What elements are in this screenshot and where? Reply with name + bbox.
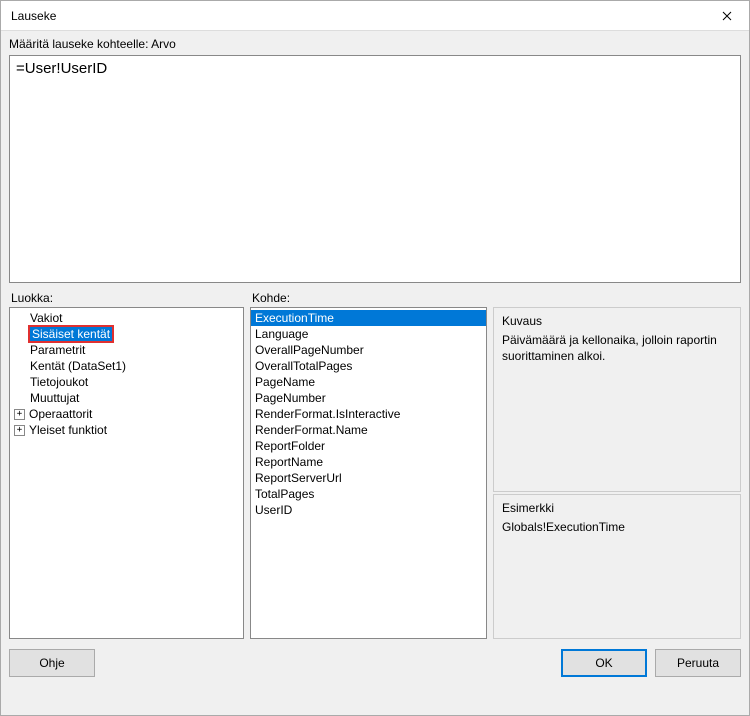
tree-item-label: Muuttujat [28, 391, 81, 405]
category-list[interactable]: Vakiot Sisäiset kentät Parametrit Kentät (D… [9, 307, 244, 639]
example-title: Esimerkki [502, 501, 732, 515]
list-item[interactable]: ReportFolder [251, 438, 486, 454]
list-item[interactable]: Language [251, 326, 486, 342]
tree-item[interactable]: +Operaattorit [10, 406, 243, 422]
description-box: Kuvaus Päivämäärä ja kellonaika, jolloin… [493, 307, 741, 492]
list-item[interactable]: ExecutionTime [251, 310, 486, 326]
list-item[interactable]: ReportName [251, 454, 486, 470]
list-item[interactable]: ReportServerUrl [251, 470, 486, 486]
expand-icon[interactable]: + [14, 425, 25, 436]
list-item[interactable]: OverallPageNumber [251, 342, 486, 358]
tree-item-label: Vakiot [28, 311, 64, 325]
content-area: Määritä lauseke kohteelle: Arvo Luokka: … [1, 31, 749, 715]
tree-item[interactable]: Sisäiset kentät [10, 326, 243, 342]
list-item[interactable]: RenderFormat.IsInteractive [251, 406, 486, 422]
close-button[interactable] [704, 1, 749, 31]
example-box: Esimerkki Globals!ExecutionTime [493, 494, 741, 639]
help-button[interactable]: Ohje [9, 649, 95, 677]
columns: Luokka: Vakiot Sisäiset kentät Parametrit K… [9, 291, 741, 639]
tree-item-label: Parametrit [28, 343, 87, 357]
description-column: Kuvaus Päivämäärä ja kellonaika, jolloin… [493, 291, 741, 639]
item-list[interactable]: ExecutionTimeLanguageOverallPageNumberOv… [250, 307, 487, 639]
item-column: Kohde: ExecutionTimeLanguageOverallPageN… [250, 291, 487, 639]
instruction-label: Määritä lauseke kohteelle: Arvo [9, 35, 741, 55]
highlight-box: Sisäiset kentät [28, 325, 114, 343]
cancel-button[interactable]: Peruuta [655, 649, 741, 677]
tree-item[interactable]: +Yleiset funktiot [10, 422, 243, 438]
example-text: Globals!ExecutionTime [502, 519, 732, 535]
list-item[interactable]: RenderFormat.Name [251, 422, 486, 438]
window-title: Lauseke [11, 9, 704, 23]
list-item[interactable]: UserID [251, 502, 486, 518]
tree-item-label: Yleiset funktiot [27, 423, 109, 437]
tree-item[interactable]: Muuttujat [10, 390, 243, 406]
tree-item[interactable]: Parametrit [10, 342, 243, 358]
expression-input[interactable] [9, 55, 741, 283]
footer: Ohje OK Peruuta [9, 649, 741, 677]
tree-item[interactable]: Kentät (DataSet1) [10, 358, 243, 374]
description-panel: Kuvaus Päivämäärä ja kellonaika, jolloin… [493, 307, 741, 639]
category-label: Luokka: [9, 291, 244, 307]
description-title: Kuvaus [502, 314, 732, 328]
description-text: Päivämäärä ja kellonaika, jolloin raport… [502, 332, 732, 364]
list-item[interactable]: OverallTotalPages [251, 358, 486, 374]
expand-icon[interactable]: + [14, 409, 25, 420]
close-icon [722, 11, 732, 21]
ok-button[interactable]: OK [561, 649, 647, 677]
tree-item-label: Operaattorit [27, 407, 94, 421]
item-label: Kohde: [250, 291, 487, 307]
tree-item-label: Sisäiset kentät [30, 327, 112, 341]
list-item[interactable]: PageNumber [251, 390, 486, 406]
titlebar: Lauseke [1, 1, 749, 31]
tree-item[interactable]: Tietojoukot [10, 374, 243, 390]
category-column: Luokka: Vakiot Sisäiset kentät Parametrit K… [9, 291, 244, 639]
tree-item-label: Kentät (DataSet1) [28, 359, 128, 373]
tree-item[interactable]: Vakiot [10, 310, 243, 326]
list-item[interactable]: PageName [251, 374, 486, 390]
tree-item-label: Tietojoukot [28, 375, 90, 389]
list-item[interactable]: TotalPages [251, 486, 486, 502]
description-spacer [493, 291, 741, 307]
